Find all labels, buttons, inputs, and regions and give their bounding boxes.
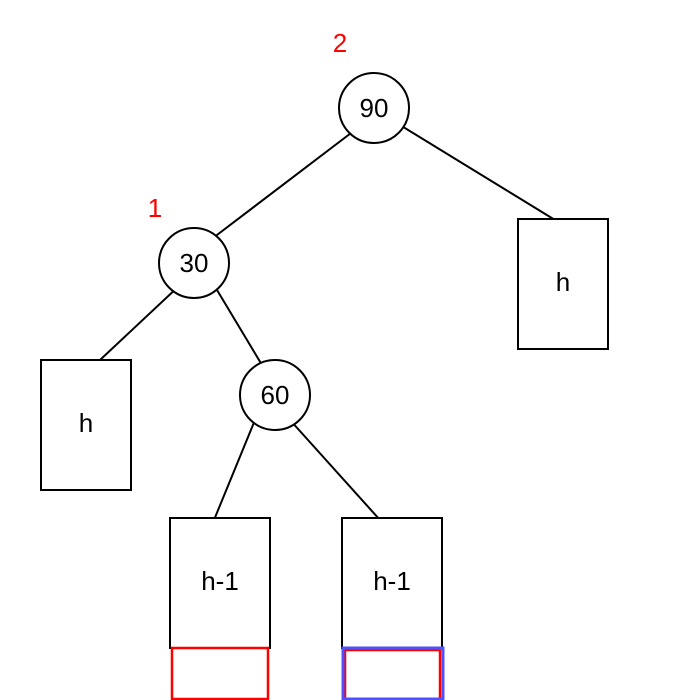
highlight-red-box: [172, 648, 268, 699]
edge-n60-right: [290, 420, 380, 520]
subtree-n30-left: h: [41, 360, 131, 490]
highlight-red-box-2: [345, 650, 440, 699]
subtree-n60-right-label: h-1: [373, 566, 411, 596]
edge-root-right: [400, 125, 555, 220]
subtree-root-right-label: h: [556, 267, 570, 297]
edge-n30-right: [214, 285, 265, 370]
subtree-n30-left-label: h: [79, 408, 93, 438]
node-n60-value: 60: [261, 380, 290, 410]
subtree-n60-right: h-1: [342, 518, 442, 648]
subtree-n60-left: h-1: [170, 518, 270, 648]
edge-root-left: [213, 130, 355, 238]
node-n30: 30: [159, 228, 229, 298]
edge-n60-left: [214, 420, 255, 520]
edge-n30-left: [100, 285, 180, 360]
node-n30-value: 30: [180, 248, 209, 278]
highlight-blue-box: [343, 648, 443, 699]
annotation-left-child: 1: [148, 193, 162, 223]
node-root: 90: [339, 73, 409, 143]
subtree-n60-left-label: h-1: [201, 566, 239, 596]
node-root-value: 90: [360, 93, 389, 123]
annotation-root: 2: [333, 28, 347, 58]
node-n60: 60: [240, 360, 310, 430]
subtree-root-right: h: [518, 219, 608, 349]
